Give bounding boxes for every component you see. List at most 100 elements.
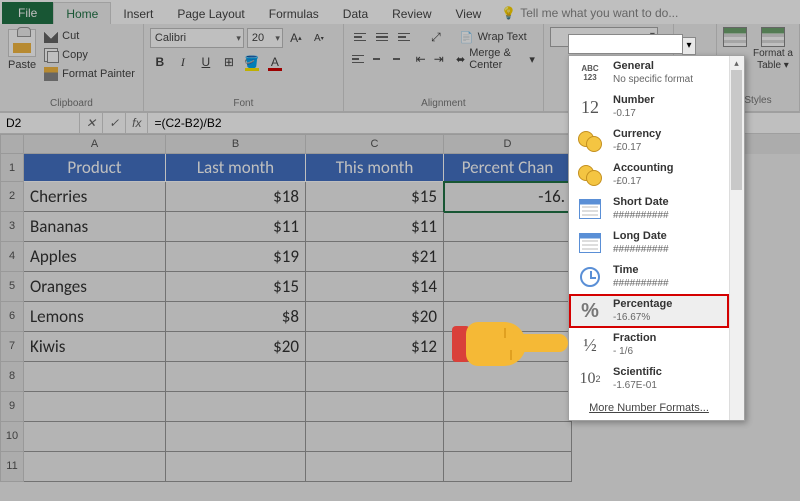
format-option-short-date[interactable]: Short Date########## xyxy=(569,192,729,226)
select-all-corner[interactable] xyxy=(0,134,24,154)
orientation-button[interactable]: ⤢ xyxy=(426,27,446,47)
cell-d9[interactable] xyxy=(444,392,572,422)
cell-c11[interactable] xyxy=(306,452,444,482)
dropdown-scrollbar[interactable]: ▴ xyxy=(729,56,744,420)
format-option-general[interactable]: ABC123 GeneralNo specific format xyxy=(569,56,729,90)
row-header-10[interactable]: 10 xyxy=(0,422,24,452)
cell-d4[interactable] xyxy=(444,242,572,272)
cell-c4[interactable]: $21 xyxy=(306,242,444,272)
format-option-currency[interactable]: Currency-£0.17 xyxy=(569,124,729,158)
tab-review[interactable]: Review xyxy=(380,3,443,24)
name-box[interactable]: D2 xyxy=(0,113,80,133)
tab-insert[interactable]: Insert xyxy=(111,3,165,24)
row-header-5[interactable]: 5 xyxy=(0,272,24,302)
col-header-d[interactable]: D xyxy=(444,134,572,154)
format-as-table-button[interactable]: Format a Table ▾ xyxy=(753,27,793,71)
cell-c6[interactable]: $20 xyxy=(306,302,444,332)
cell-a5[interactable]: Oranges xyxy=(24,272,166,302)
col-header-a[interactable]: A xyxy=(24,134,166,154)
align-center-button[interactable] xyxy=(368,49,384,69)
format-option-time[interactable]: Time########## xyxy=(569,260,729,294)
scroll-up-icon[interactable]: ▴ xyxy=(729,56,744,70)
fx-button[interactable]: fx xyxy=(126,113,148,133)
cell-b8[interactable] xyxy=(166,362,306,392)
cell-d5[interactable] xyxy=(444,272,572,302)
cell-b10[interactable] xyxy=(166,422,306,452)
cell-b11[interactable] xyxy=(166,452,306,482)
tab-formulas[interactable]: Formulas xyxy=(257,3,331,24)
cell-b3[interactable]: $11 xyxy=(166,212,306,242)
row-header-9[interactable]: 9 xyxy=(0,392,24,422)
font-name-combo[interactable]: Calibri xyxy=(150,28,244,48)
format-painter-button[interactable]: Format Painter xyxy=(42,65,137,83)
cell-b6[interactable]: $8 xyxy=(166,302,306,332)
row-header-4[interactable]: 4 xyxy=(0,242,24,272)
cell-a10[interactable] xyxy=(24,422,166,452)
cell-b4[interactable]: $19 xyxy=(166,242,306,272)
tab-home[interactable]: Home xyxy=(53,2,111,24)
tell-me[interactable]: 💡 Tell me what you want to do... xyxy=(493,2,686,24)
cell-d2[interactable]: -16. xyxy=(444,182,572,212)
row-header-11[interactable]: 11 xyxy=(0,452,24,482)
enter-fx-button[interactable]: ✓ xyxy=(103,113,126,133)
format-option-scientific[interactable]: 102 Scientific-1.67E-01 xyxy=(569,362,729,396)
cell-c9[interactable] xyxy=(306,392,444,422)
decrease-indent-button[interactable]: ⇤ xyxy=(413,49,429,69)
cell-b2[interactable]: $18 xyxy=(166,182,306,212)
format-option-accounting[interactable]: Accounting-£0.17 xyxy=(569,158,729,192)
cell-a3[interactable]: Bananas xyxy=(24,212,166,242)
cell-b5[interactable]: $15 xyxy=(166,272,306,302)
cell-c10[interactable] xyxy=(306,422,444,452)
row-header-7[interactable]: 7 xyxy=(0,332,24,362)
borders-button[interactable]: ⊞ xyxy=(219,52,239,72)
cell-c1[interactable]: This month xyxy=(306,154,444,182)
cell-a1[interactable]: Product xyxy=(24,154,166,182)
tab-data[interactable]: Data xyxy=(331,3,380,24)
cell-b9[interactable] xyxy=(166,392,306,422)
cell-c8[interactable] xyxy=(306,362,444,392)
decrease-font-button[interactable]: A▾ xyxy=(309,28,329,48)
cancel-fx-button[interactable]: ✕ xyxy=(80,113,103,133)
align-right-button[interactable] xyxy=(386,49,402,69)
fill-color-button[interactable]: 🪣 xyxy=(242,52,262,72)
cell-c7[interactable]: $12 xyxy=(306,332,444,362)
cell-a6[interactable]: Lemons xyxy=(24,302,166,332)
cell-c2[interactable]: $15 xyxy=(306,182,444,212)
col-header-b[interactable]: B xyxy=(166,134,306,154)
cell-d1[interactable]: Percent Chan xyxy=(444,154,572,182)
cell-d11[interactable] xyxy=(444,452,572,482)
row-header-1[interactable]: 1 xyxy=(0,154,24,182)
wrap-text-button[interactable]: 📄 Wrap Text xyxy=(458,29,529,46)
font-color-button[interactable]: A xyxy=(265,52,285,72)
number-format-selected-box[interactable] xyxy=(568,34,683,54)
format-option-number[interactable]: 12 Number-0.17 xyxy=(569,90,729,124)
cell-b1[interactable]: Last month xyxy=(166,154,306,182)
align-top-button[interactable] xyxy=(350,27,370,47)
bold-button[interactable]: B xyxy=(150,52,170,72)
cell-b7[interactable]: $20 xyxy=(166,332,306,362)
cell-a9[interactable] xyxy=(24,392,166,422)
align-left-button[interactable] xyxy=(350,49,366,69)
cell-c5[interactable]: $14 xyxy=(306,272,444,302)
format-option-fraction[interactable]: ½ Fraction- 1/6 xyxy=(569,328,729,362)
cell-a11[interactable] xyxy=(24,452,166,482)
cell-d10[interactable] xyxy=(444,422,572,452)
font-size-combo[interactable]: 20 xyxy=(247,28,283,48)
format-option-long-date[interactable]: Long Date########## xyxy=(569,226,729,260)
cut-button[interactable]: Cut xyxy=(42,27,137,45)
paste-button[interactable]: Paste xyxy=(6,27,38,98)
row-header-6[interactable]: 6 xyxy=(0,302,24,332)
tab-file[interactable]: File xyxy=(2,2,53,24)
col-header-c[interactable]: C xyxy=(306,134,444,154)
cell-d8[interactable] xyxy=(444,362,572,392)
cell-a2[interactable]: Cherries xyxy=(24,182,166,212)
merge-center-button[interactable]: ⬌ Merge & Center ▾ xyxy=(454,45,537,73)
more-number-formats-link[interactable]: More Number Formats... xyxy=(569,396,729,420)
row-header-3[interactable]: 3 xyxy=(0,212,24,242)
row-header-8[interactable]: 8 xyxy=(0,362,24,392)
align-middle-button[interactable] xyxy=(372,27,392,47)
cell-c3[interactable]: $11 xyxy=(306,212,444,242)
increase-font-button[interactable]: A▴ xyxy=(286,28,306,48)
tab-view[interactable]: View xyxy=(444,3,494,24)
format-option-percentage[interactable]: % Percentage-16.67% xyxy=(569,294,729,328)
